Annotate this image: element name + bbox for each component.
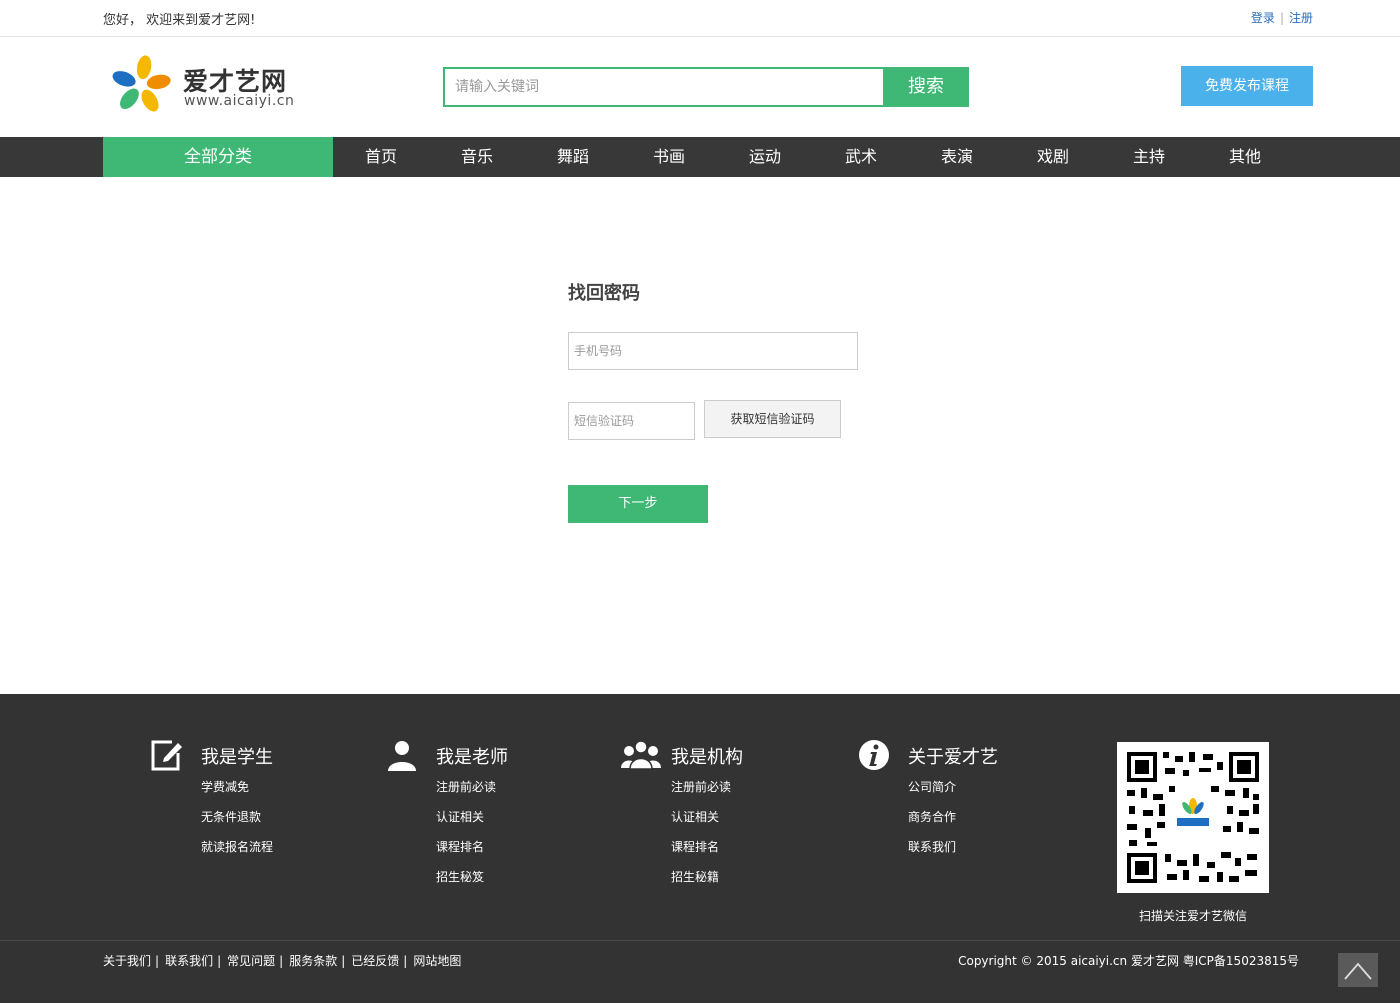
phone-input[interactable] [569, 333, 857, 369]
footer-link[interactable]: 联系我们 [908, 838, 956, 855]
footer-column-title: 关于爱才艺 [908, 747, 998, 768]
phone-field [568, 332, 858, 370]
get-sms-code-button[interactable]: 获取短信验证码 [704, 400, 841, 438]
bottom-link-about[interactable]: 关于我们 [103, 954, 151, 968]
page-title: 找回密码 [568, 283, 640, 304]
search-box [443, 67, 885, 107]
bottom-link-feedback[interactable]: 已经反馈 [351, 954, 399, 968]
footer-link[interactable]: 公司简介 [908, 778, 956, 795]
group-icon [621, 740, 661, 770]
bottom-link-separator: | [155, 954, 160, 968]
sms-code-field [568, 402, 695, 440]
footer-link[interactable]: 招生秘笈 [436, 868, 484, 885]
footer-column-title: 我是学生 [201, 747, 273, 768]
search-button[interactable]: 搜索 [883, 67, 969, 107]
info-icon [859, 740, 889, 770]
footer-link[interactable]: 无条件退款 [201, 808, 261, 825]
search-input[interactable] [445, 69, 885, 105]
register-link[interactable]: 注册 [1289, 11, 1313, 25]
nav-item-hosting[interactable]: 主持 [1101, 137, 1197, 177]
footer-link[interactable]: 就读报名流程 [201, 838, 273, 855]
back-to-top-button[interactable] [1338, 953, 1378, 987]
nav-item-sports[interactable]: 运动 [717, 137, 813, 177]
footer-link[interactable]: 课程排名 [436, 838, 484, 855]
bottom-link-faq[interactable]: 常见问题 [227, 954, 275, 968]
nav-all-categories[interactable]: 全部分类 [103, 137, 333, 177]
wechat-qr-code [1117, 742, 1269, 893]
user-icon [388, 741, 416, 771]
copyright: Copyright © 2015 aicaiyi.cn 爱才艺网 粤ICP备15… [958, 954, 1299, 968]
publish-course-button[interactable]: 免费发布课程 [1181, 66, 1313, 106]
nav-item-martial-arts[interactable]: 武术 [813, 137, 909, 177]
footer-divider [0, 940, 1400, 941]
next-step-button[interactable]: 下一步 [568, 485, 708, 523]
bottom-link-separator: | [341, 954, 346, 968]
logo-icon[interactable] [110, 54, 172, 116]
bottom-link-terms[interactable]: 服务条款 [289, 954, 337, 968]
footer-link[interactable]: 注册前必读 [671, 778, 731, 795]
nav-item-drama[interactable]: 戏剧 [1005, 137, 1101, 177]
footer-link[interactable]: 认证相关 [436, 808, 484, 825]
nav-item-performance[interactable]: 表演 [909, 137, 1005, 177]
footer-link[interactable]: 商务合作 [908, 808, 956, 825]
bottom-link-contact[interactable]: 联系我们 [165, 954, 213, 968]
nav-item-dance[interactable]: 舞蹈 [525, 137, 621, 177]
footer-bottom-links: 关于我们 | 联系我们 | 常见问题 | 服务条款 | 已经反馈 | 网站地图 [103, 952, 461, 969]
sms-code-input[interactable] [569, 403, 694, 439]
login-link[interactable]: 登录 [1251, 11, 1275, 25]
nav-item-home[interactable]: 首页 [333, 137, 429, 177]
footer-column-title: 我是老师 [436, 747, 508, 768]
qr-caption: 扫描关注爱才艺微信 [1139, 909, 1248, 923]
footer-link[interactable]: 认证相关 [671, 808, 719, 825]
chevron-up-icon [1344, 962, 1372, 980]
bottom-link-sitemap[interactable]: 网站地图 [413, 954, 461, 968]
footer-link[interactable]: 注册前必读 [436, 778, 496, 795]
top-link-separator: | [1279, 11, 1284, 25]
nav-item-other[interactable]: 其他 [1197, 137, 1293, 177]
bottom-link-separator: | [403, 954, 408, 968]
nav-item-music[interactable]: 音乐 [429, 137, 525, 177]
footer-link[interactable]: 课程排名 [671, 838, 719, 855]
edit-icon [151, 740, 182, 771]
footer-link[interactable]: 学费减免 [201, 778, 249, 795]
nav-item-painting[interactable]: 书画 [621, 137, 717, 177]
bottom-link-separator: | [279, 954, 284, 968]
footer-link[interactable]: 招生秘籍 [671, 868, 719, 885]
welcome-text: 您好， 欢迎来到爱才艺网! [103, 13, 256, 28]
footer-column-title: 我是机构 [671, 747, 743, 768]
top-links: 登录 | 注册 [1251, 9, 1313, 26]
logo-url: www.aicaiyi.cn [184, 93, 295, 109]
bottom-link-separator: | [217, 954, 222, 968]
